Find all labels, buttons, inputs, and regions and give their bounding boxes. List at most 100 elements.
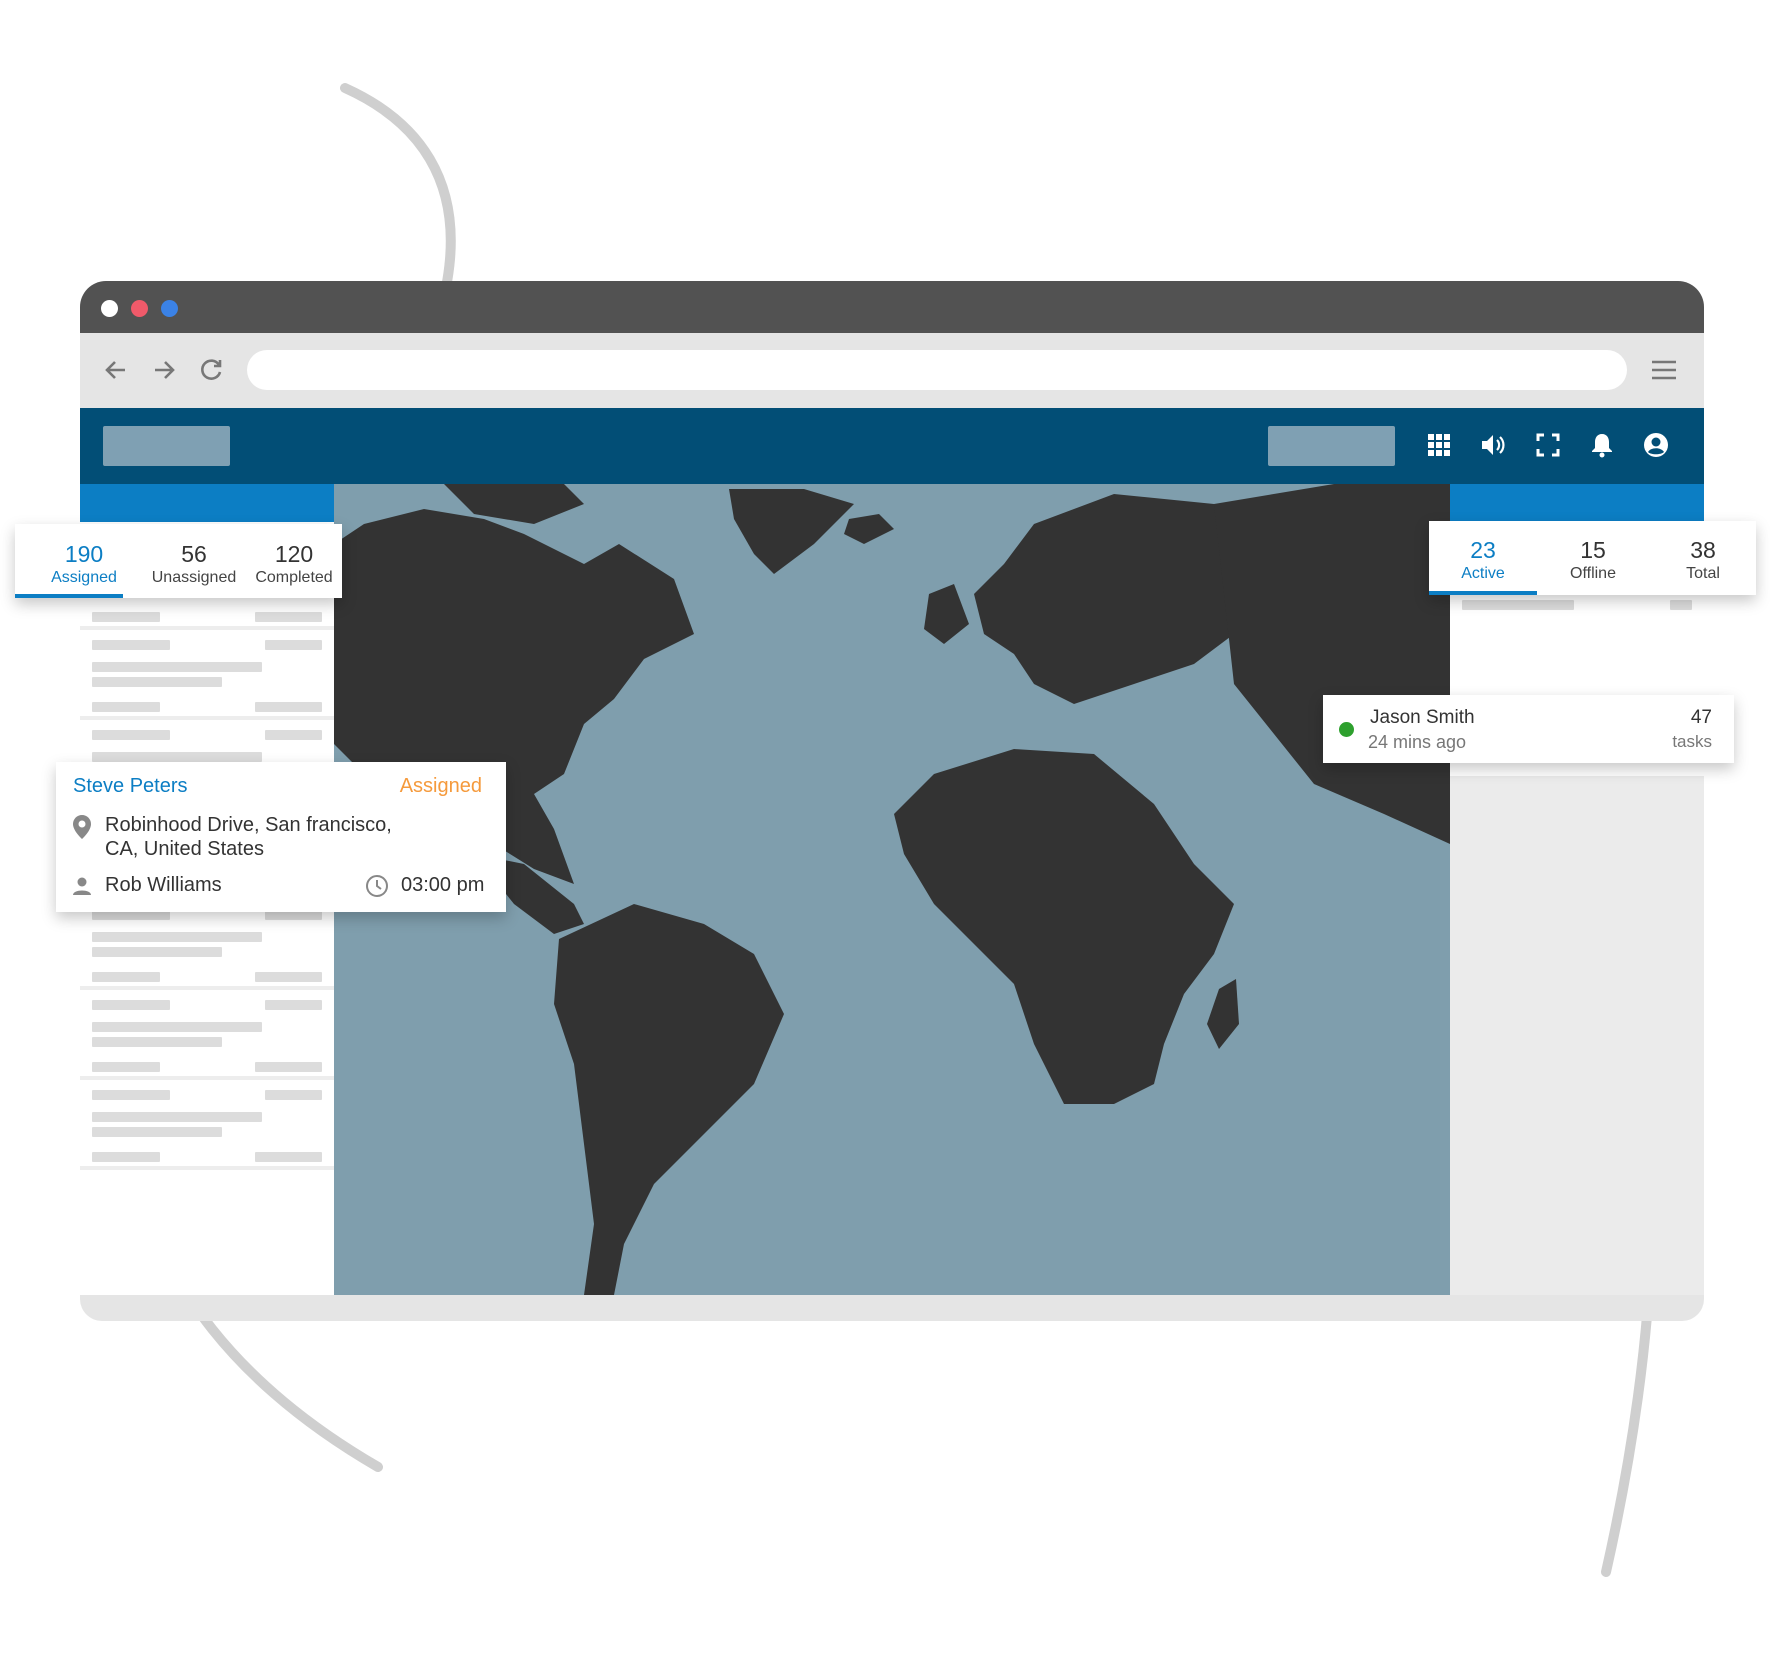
task-list-row[interactable] [80,630,334,720]
tab-label: Active [1461,565,1505,582]
task-time: 03:00 pm [401,874,485,896]
account-icon[interactable] [1643,432,1669,458]
fullscreen-icon[interactable] [1535,432,1561,458]
address-line-2: CA, United States [105,838,264,860]
bell-icon[interactable] [1589,432,1615,458]
madagascar-shape [1207,979,1239,1049]
placeholder-line [92,1062,160,1072]
agent-name: Jason Smith [1370,707,1475,728]
placeholder-line [92,730,170,740]
tab-label: Unassigned [151,569,237,586]
tab-label: Completed [255,569,333,586]
placeholder-line [92,1127,222,1137]
tab-label: Assigned [51,569,117,586]
tab-count: 38 [1690,537,1716,563]
placeholder-line [92,972,160,982]
url-bar[interactable] [247,350,1627,390]
person-icon [72,876,92,896]
task-card[interactable]: Steve Peters Assigned Robinhood Drive, S… [56,762,506,912]
placeholder-line [255,702,322,712]
placeholder-line [265,1090,322,1100]
placeholder-line [265,1000,322,1010]
task-tabs-card: 190 Assigned 56 Unassigned 120 Completed [15,524,342,598]
placeholder-line [92,612,160,622]
active-tab-indicator [15,594,123,598]
tab-label: Total [1686,565,1720,582]
placeholder-line [92,752,262,762]
location-pin-icon [72,814,92,840]
iceland-shape [844,514,894,544]
agent-card[interactable]: Jason Smith 24 mins ago 47 tasks [1323,695,1734,763]
task-list-row[interactable] [80,990,334,1080]
placeholder-line [255,612,322,622]
africa-shape [894,749,1234,1104]
south-america-shape [554,904,784,1295]
uk-shape [924,584,969,644]
tab-label: Offline [1570,565,1616,582]
agent-tabs-card: 23 Active 15 Offline 38 Total [1429,521,1756,595]
window-maximize-dot[interactable] [161,300,178,317]
placeholder-line [92,702,160,712]
clock-icon [365,874,389,898]
apps-grid-icon[interactable] [1426,432,1452,458]
menu-icon[interactable] [1651,357,1677,383]
placeholder-line [1462,600,1574,610]
tab-count: 15 [1580,537,1606,563]
active-tab-indicator [1429,591,1537,595]
placeholder-line [92,677,222,687]
browser-bottom-bar [80,1295,1704,1321]
task-panel-header [80,484,334,522]
tab-count: 23 [1470,537,1496,563]
tab-count: 190 [64,541,104,567]
greenland-shape [729,489,854,574]
header-action-placeholder[interactable] [1268,426,1395,466]
tab-assigned[interactable]: 190 Assigned [25,540,143,588]
placeholder-line [255,1062,322,1072]
app-logo-placeholder [103,426,230,466]
online-status-dot [1339,722,1354,737]
tab-unassigned[interactable]: 56 Unassigned [135,540,253,588]
task-status-badge: Assigned [399,775,482,797]
agent-task-count: 47 [1690,707,1712,728]
window-close-dot[interactable] [101,300,118,317]
browser-titlebar [80,281,1704,333]
volume-icon[interactable] [1480,432,1506,458]
arrow-left-icon[interactable] [103,357,129,383]
arrow-right-icon[interactable] [151,357,177,383]
placeholder-line [92,932,262,942]
address-line-1: Robinhood Drive, San francisco, [105,814,392,836]
customer-name: Steve Peters [73,775,188,797]
agent-list-panel [1450,484,1704,1295]
placeholder-line [92,1152,160,1162]
app-header [80,408,1704,484]
placeholder-line [265,730,322,740]
asia-shape [1214,484,1450,844]
row-separator [80,1166,334,1170]
placeholder-line [1670,600,1692,610]
agent-last-seen: 24 mins ago [1368,732,1467,752]
window-minimize-dot[interactable] [131,300,148,317]
task-list-row[interactable] [80,900,334,990]
tab-count: 120 [274,541,314,567]
tab-active[interactable]: 23 Active [1429,536,1537,584]
placeholder-line [92,1000,170,1010]
browser-navbar [80,333,1704,408]
placeholder-line [92,1022,262,1032]
reload-icon[interactable] [199,357,225,383]
placeholder-line [92,1112,262,1122]
assigned-agent-name: Rob Williams [105,874,222,896]
placeholder-line [255,1152,322,1162]
task-address: Robinhood Drive, San francisco, CA, Unit… [105,813,392,861]
placeholder-line [92,640,170,650]
tab-completed[interactable]: 120 Completed [245,540,343,588]
agent-panel-header [1450,484,1704,522]
task-list-row[interactable] [80,1080,334,1170]
placeholder-line [265,640,322,650]
placeholder-line [92,947,222,957]
tab-offline[interactable]: 15 Offline [1539,536,1647,584]
placeholder-line [255,972,322,982]
tab-count: 56 [181,541,207,567]
tab-total[interactable]: 38 Total [1649,536,1757,584]
agent-task-label: tasks [1672,732,1712,751]
placeholder-line [92,1037,222,1047]
